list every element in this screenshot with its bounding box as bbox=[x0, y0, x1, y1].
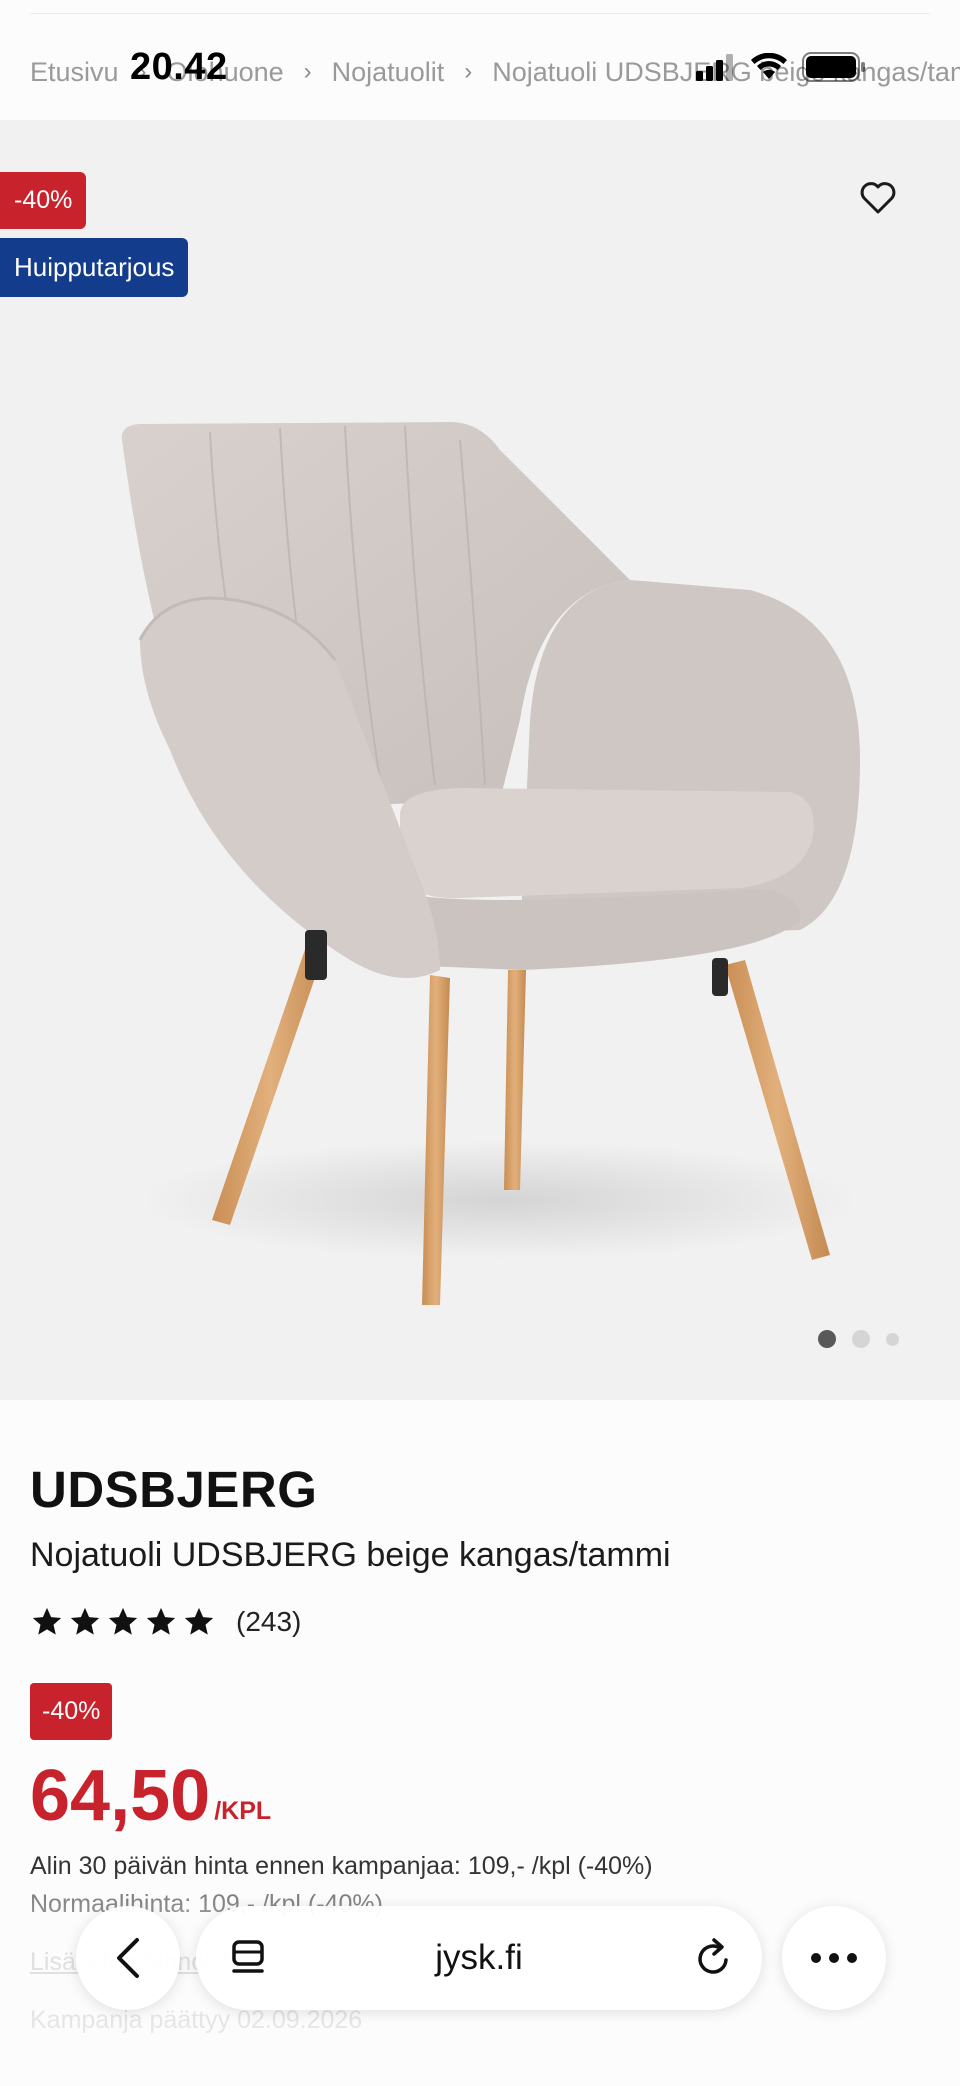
breadcrumb-home[interactable]: Etusivu bbox=[30, 57, 119, 88]
product-name: Nojatuoli UDSBJERG beige kangas/tammi bbox=[30, 1536, 671, 1574]
offer-badge: Huipputarjous bbox=[0, 238, 189, 297]
discount-badge: -40% bbox=[0, 172, 87, 229]
heart-icon[interactable] bbox=[858, 178, 898, 218]
star-icon bbox=[108, 1607, 138, 1635]
star-icon bbox=[146, 1607, 176, 1635]
image-pagination bbox=[818, 1330, 899, 1348]
battery-icon bbox=[802, 52, 865, 82]
browser-back-button[interactable] bbox=[76, 1906, 180, 2010]
browser-address-bar[interactable]: jysk.fi bbox=[196, 1906, 762, 2010]
product-brand: UDSBJERG bbox=[30, 1461, 318, 1518]
product-image-gallery[interactable] bbox=[0, 120, 960, 1400]
more-dots-icon bbox=[811, 1953, 857, 1963]
star-icon bbox=[32, 1607, 62, 1635]
top-divider bbox=[30, 13, 930, 14]
star-icon bbox=[70, 1607, 100, 1635]
chevron-right-icon: › bbox=[303, 58, 312, 85]
pagination-dot-3[interactable] bbox=[886, 1332, 899, 1346]
price-amount: 64,50 bbox=[30, 1756, 211, 1836]
product-price: 64,50 /KPL bbox=[30, 1760, 271, 1832]
status-time: 20.42 bbox=[130, 46, 228, 88]
pagination-dot-2[interactable] bbox=[852, 1330, 870, 1348]
star-icon bbox=[184, 1607, 214, 1635]
product-image-armchair bbox=[121, 422, 860, 1305]
price-discount-badge: -40% bbox=[30, 1683, 113, 1740]
rating-stars bbox=[30, 1605, 216, 1639]
product-rating[interactable]: (243) bbox=[30, 1605, 301, 1639]
previous-price-text: Alin 30 päivän hinta ennen kampanjaa: 10… bbox=[30, 1852, 653, 1880]
status-icons bbox=[696, 52, 866, 82]
signal-icon bbox=[696, 54, 733, 81]
reload-icon[interactable] bbox=[694, 1936, 734, 1980]
url-text[interactable]: jysk.fi bbox=[196, 1938, 762, 1978]
chevron-right-icon: › bbox=[464, 58, 473, 85]
pagination-dot-1[interactable] bbox=[818, 1330, 836, 1348]
breadcrumb-armchairs[interactable]: Nojatuolit bbox=[332, 57, 445, 88]
wifi-icon bbox=[751, 53, 787, 79]
rating-count: (243) bbox=[236, 1606, 302, 1637]
chevron-left-icon bbox=[117, 1938, 139, 1978]
browser-more-button[interactable] bbox=[782, 1906, 886, 2010]
price-unit: /KPL bbox=[214, 1797, 272, 1825]
campaign-end-text: Kampanja päättyy 02.09.2026 bbox=[30, 2006, 363, 2034]
